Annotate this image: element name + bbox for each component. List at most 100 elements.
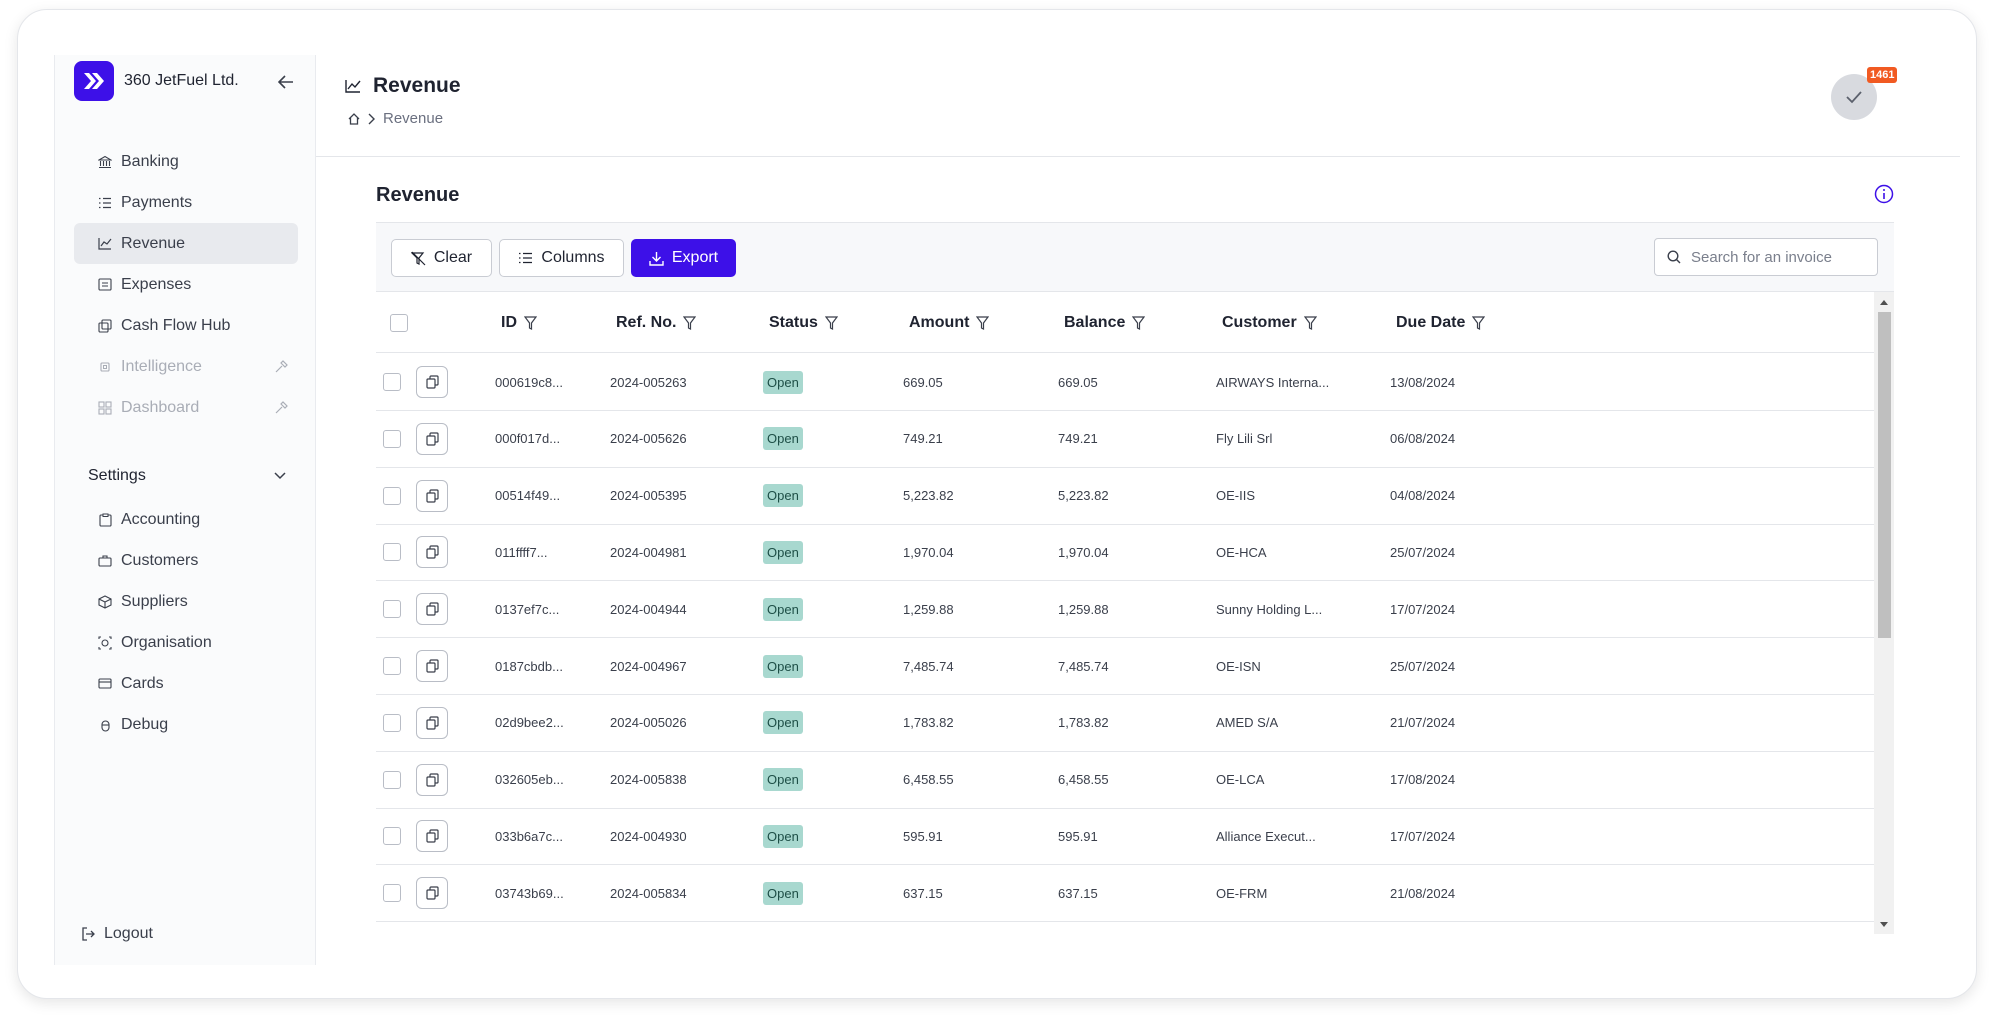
copy-icon[interactable] bbox=[416, 536, 448, 569]
invoice-table: ID Ref. No. Status Amount Balance Customer Due… bbox=[376, 292, 1894, 934]
copy-icon[interactable] bbox=[416, 763, 448, 796]
sidebar-item-label: Customers bbox=[121, 551, 199, 569]
sidebar-item-customers[interactable]: Customers bbox=[74, 540, 298, 581]
table-row[interactable]: 000f017d... 2024-005626 Open 749.21 749.21 Fl… bbox=[376, 411, 1874, 468]
copy-icon[interactable] bbox=[416, 479, 448, 512]
column-header-due[interactable]: Due Date bbox=[1396, 292, 1486, 353]
row-checkbox[interactable] bbox=[383, 543, 401, 562]
copy-icon[interactable] bbox=[416, 422, 448, 455]
table-row[interactable]: 0187cbdb... 2024-004967 Open 7,485.74 7,485.… bbox=[376, 638, 1874, 695]
column-header-status[interactable]: Status bbox=[769, 292, 838, 353]
copy-icon[interactable] bbox=[416, 366, 448, 398]
notification-badge: 1461 bbox=[1867, 67, 1898, 83]
sidebar-item-expenses[interactable]: Expenses bbox=[74, 264, 298, 305]
sidebar-item-revenue[interactable]: Revenue bbox=[74, 223, 298, 264]
column-header-label: Amount bbox=[909, 313, 970, 331]
row-checkbox[interactable] bbox=[383, 429, 401, 448]
row-checkbox[interactable] bbox=[383, 373, 401, 391]
cell-id: 000f017d... bbox=[495, 411, 560, 467]
row-checkbox[interactable] bbox=[383, 770, 401, 789]
cell-due: 04/08/2024 bbox=[1390, 468, 1455, 524]
status-badge: Open bbox=[763, 824, 803, 848]
table-row[interactable]: 02d9bee2... 2024-005026 Open 1,783.82 1,783.… bbox=[376, 695, 1874, 752]
cell-balance: 1,970.04 bbox=[1058, 524, 1109, 580]
columns-button[interactable]: Columns bbox=[499, 239, 624, 277]
table-row[interactable]: 011ffff7... 2024-004981 Open 1,970.04 1,970.… bbox=[376, 524, 1874, 582]
column-header-label: Ref. No. bbox=[616, 313, 677, 331]
settings-toggle[interactable]: Settings bbox=[88, 464, 286, 488]
cell-ref-value: 2024-005626 bbox=[610, 431, 687, 447]
scroll-up-arrow-icon[interactable] bbox=[1879, 297, 1889, 307]
logout-button[interactable]: Logout bbox=[82, 925, 153, 943]
status-badge: Open bbox=[763, 881, 803, 905]
table-scrollbar[interactable] bbox=[1874, 292, 1894, 934]
sidebar-item-intelligence[interactable]: Intelligence bbox=[74, 346, 298, 387]
search-input[interactable] bbox=[1691, 248, 1861, 266]
table-row[interactable]: 0137ef7c... 2024-004944 Open 1,259.88 1,259.… bbox=[376, 581, 1874, 639]
copy-icon[interactable] bbox=[416, 593, 448, 626]
row-checkbox[interactable] bbox=[383, 827, 401, 846]
info-icon[interactable] bbox=[1874, 184, 1894, 204]
filter-clear-icon bbox=[410, 251, 426, 266]
table-row[interactable]: 032605eb... 2024-005838 Open 6,458.55 6,458.… bbox=[376, 752, 1874, 809]
brand[interactable]: 360 JetFuel Ltd. bbox=[74, 61, 239, 101]
export-button[interactable]: Export bbox=[631, 239, 736, 277]
row-checkbox[interactable] bbox=[383, 657, 401, 675]
filter-icon[interactable] bbox=[1132, 315, 1146, 330]
chart-line-icon bbox=[98, 237, 112, 251]
sidebar-item-debug[interactable]: Debug bbox=[74, 704, 298, 745]
table-row[interactable]: 00514f49... 2024-005395 Open 5,223.82 5,223.… bbox=[376, 468, 1874, 525]
column-header-ref[interactable]: Ref. No. bbox=[616, 292, 697, 353]
filter-icon[interactable] bbox=[683, 315, 697, 330]
breadcrumb-current: Revenue bbox=[383, 110, 444, 127]
cell-status: Open bbox=[763, 808, 803, 864]
sidebar-item-suppliers[interactable]: Suppliers bbox=[74, 581, 298, 622]
column-header-amount[interactable]: Amount bbox=[909, 292, 990, 353]
sidebar-item-cash-flow-hub[interactable]: Cash Flow Hub bbox=[74, 305, 298, 346]
copy-icon[interactable] bbox=[416, 877, 448, 910]
sidebar-item-dashboard[interactable]: Dashboard bbox=[74, 387, 298, 428]
building-icon bbox=[98, 635, 112, 650]
filter-icon[interactable] bbox=[1303, 315, 1317, 330]
main-nav: Banking Payments Revenue Expenses Cash Flow … bbox=[74, 141, 298, 428]
table-row[interactable]: 033b6a7c... 2024-004930 Open 595.91 595.91 Al… bbox=[376, 808, 1874, 866]
row-checkbox[interactable] bbox=[383, 713, 401, 732]
sidebar-item-cards[interactable]: Cards bbox=[74, 663, 298, 704]
cell-customer: OE-IIS bbox=[1216, 468, 1255, 524]
row-copy-cell bbox=[416, 468, 448, 524]
copy-icon[interactable] bbox=[416, 650, 448, 682]
invoice-search[interactable] bbox=[1654, 238, 1878, 276]
clear-filters-button[interactable]: Clear bbox=[391, 239, 492, 277]
home-icon[interactable] bbox=[348, 112, 360, 125]
cell-ref: 2024-005838 bbox=[610, 752, 687, 808]
filter-icon[interactable] bbox=[524, 315, 537, 330]
sidebar-item-accounting[interactable]: Accounting bbox=[74, 499, 298, 540]
column-header-id[interactable]: ID bbox=[501, 292, 537, 353]
cell-ref: 2024-005395 bbox=[610, 468, 687, 524]
check-icon bbox=[1846, 91, 1862, 104]
filter-icon[interactable] bbox=[824, 315, 838, 330]
copy-icon[interactable] bbox=[416, 820, 448, 853]
sidebar-item-payments[interactable]: Payments bbox=[74, 182, 298, 223]
select-all-checkbox[interactable] bbox=[390, 313, 408, 332]
scrollbar-thumb[interactable] bbox=[1878, 312, 1891, 638]
table-row[interactable]: 000619c8... 2024-005263 Open 669.05 669.05 AI… bbox=[376, 354, 1874, 411]
cell-status: Open bbox=[763, 695, 803, 751]
row-checkbox[interactable] bbox=[383, 486, 401, 505]
export-label: Export bbox=[671, 249, 719, 266]
cell-balance-value: 669.05 bbox=[1058, 374, 1098, 390]
copy-icon[interactable] bbox=[416, 706, 448, 739]
sidebar-item-organisation[interactable]: Organisation bbox=[74, 622, 298, 663]
row-checkbox[interactable] bbox=[383, 600, 401, 619]
scroll-down-arrow-icon[interactable] bbox=[1879, 919, 1889, 929]
cell-amount-value: 1,783.82 bbox=[903, 715, 954, 731]
filter-icon[interactable] bbox=[1472, 315, 1486, 330]
sidebar-item-banking[interactable]: Banking bbox=[74, 141, 298, 182]
filter-icon[interactable] bbox=[976, 315, 990, 330]
row-checkbox[interactable] bbox=[383, 884, 401, 903]
column-header-balance[interactable]: Balance bbox=[1064, 292, 1146, 353]
row-copy-cell bbox=[416, 638, 448, 694]
column-header-customer[interactable]: Customer bbox=[1222, 292, 1317, 353]
table-row[interactable]: 03743b69... 2024-005834 Open 637.15 637.15 OE… bbox=[376, 865, 1874, 923]
collapse-sidebar-button[interactable] bbox=[275, 71, 297, 93]
